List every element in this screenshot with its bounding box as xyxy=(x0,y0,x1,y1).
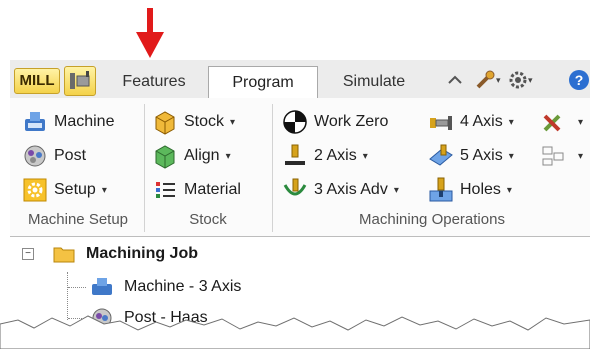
tools-icon[interactable]: ▾ xyxy=(474,69,502,91)
folder-icon xyxy=(53,247,75,263)
two-axis-icon xyxy=(285,144,305,165)
three-axis-adv-dropdown-arrow: ▾ xyxy=(393,184,399,196)
five-axis-label: 5 Axis xyxy=(460,147,503,164)
tab-lathe[interactable] xyxy=(64,66,96,96)
machine-button[interactable]: Machine xyxy=(22,108,114,136)
machine-icon xyxy=(25,112,45,131)
stock-button[interactable]: Stock ▾ xyxy=(152,108,235,136)
setup-dropdown-arrow: ▾ xyxy=(101,184,107,196)
tree-collapse-toggle[interactable]: − xyxy=(22,248,34,260)
align-dropdown-arrow: ▾ xyxy=(225,150,231,162)
tab-features[interactable]: Features xyxy=(106,66,202,97)
five-axis-icon xyxy=(429,144,453,166)
material-list-icon xyxy=(156,182,175,198)
tab-mill[interactable]: MILL xyxy=(14,68,60,94)
five-axis-button[interactable]: 5 Axis ▾ xyxy=(428,142,514,170)
four-axis-label: 4 Axis xyxy=(460,113,503,130)
svg-text:▾: ▾ xyxy=(528,75,533,85)
holes-button[interactable]: Holes ▾ xyxy=(428,176,512,204)
work-zero-icon xyxy=(283,110,307,134)
align-icon xyxy=(155,145,175,169)
two-axis-dropdown-arrow: ▾ xyxy=(362,150,368,162)
help-icon[interactable]: ? xyxy=(568,69,590,91)
machine-icon xyxy=(92,278,112,295)
align-label: Align xyxy=(184,147,220,164)
tool-wrench-icon xyxy=(543,114,561,132)
group-label-stock: Stock xyxy=(189,211,227,228)
layout-icon xyxy=(542,146,564,166)
torn-edge-decoration xyxy=(0,315,590,349)
align-button[interactable]: Align ▾ xyxy=(152,142,231,170)
setup-label: Setup xyxy=(54,181,96,198)
svg-text:▾: ▾ xyxy=(496,75,501,85)
machine-label: Machine xyxy=(54,113,115,130)
four-axis-icon xyxy=(430,116,452,130)
settings-gear-icon[interactable]: ▾ xyxy=(506,69,536,91)
tree-root-label: Machining Job xyxy=(86,245,198,262)
tree-root-item[interactable]: Machining Job xyxy=(52,241,198,267)
material-label: Material xyxy=(184,181,241,198)
tree-connector xyxy=(68,287,86,288)
group-label-machining-operations: Machining Operations xyxy=(359,211,505,228)
layout-dropdown-arrow: ▾ xyxy=(578,150,584,162)
three-axis-adv-button[interactable]: 3 Axis Adv ▾ xyxy=(282,176,399,204)
holes-dropdown-arrow: ▾ xyxy=(506,184,512,196)
annotation-arrow-icon xyxy=(136,8,164,58)
post-button[interactable]: Post xyxy=(22,142,86,170)
svg-text:?: ? xyxy=(575,72,584,88)
post-icon xyxy=(24,145,46,167)
ribbon-separator xyxy=(272,104,273,232)
stock-icon xyxy=(155,111,175,135)
stock-dropdown-arrow: ▾ xyxy=(230,116,236,128)
five-axis-dropdown-arrow: ▾ xyxy=(508,150,514,162)
stock-label: Stock xyxy=(184,113,225,130)
ribbon-panel: Machine Post Setup ▾ Machine Setup Stock… xyxy=(10,98,590,237)
tree-item-label: Machine - 3 Axis xyxy=(124,278,242,295)
four-axis-button[interactable]: 4 Axis ▾ xyxy=(428,108,514,136)
four-axis-dropdown-arrow: ▾ xyxy=(508,116,514,128)
group-label-machine-setup: Machine Setup xyxy=(27,211,129,228)
work-zero-button[interactable]: Work Zero xyxy=(282,108,388,136)
holes-drill-icon xyxy=(429,177,453,202)
two-axis-button[interactable]: 2 Axis ▾ xyxy=(282,142,368,170)
lathe-icon xyxy=(70,71,90,89)
more-tools-button[interactable]: ▾ xyxy=(540,108,583,136)
three-axis-adv-label: 3 Axis Adv xyxy=(314,181,388,198)
setup-icon xyxy=(23,178,47,202)
holes-label: Holes xyxy=(460,181,501,198)
work-zero-label: Work Zero xyxy=(314,113,389,130)
post-label: Post xyxy=(54,147,87,164)
tree-item-machine[interactable]: Machine - 3 Axis xyxy=(90,274,241,300)
collapse-ribbon-icon[interactable] xyxy=(446,69,464,91)
tab-simulate[interactable]: Simulate xyxy=(326,66,422,97)
tab-program[interactable]: Program xyxy=(208,66,318,99)
material-button[interactable]: Material xyxy=(152,176,241,204)
setup-button[interactable]: Setup ▾ xyxy=(22,176,107,204)
layout-button[interactable]: ▾ xyxy=(540,142,583,170)
ribbon-tab-bar: MILL Features Program Simulate ▾ ▾ ? xyxy=(10,60,590,99)
ribbon-separator xyxy=(144,104,145,232)
three-axis-adv-icon xyxy=(283,178,307,196)
more-tools-dropdown-arrow: ▾ xyxy=(578,116,584,128)
two-axis-label: 2 Axis xyxy=(314,147,357,164)
